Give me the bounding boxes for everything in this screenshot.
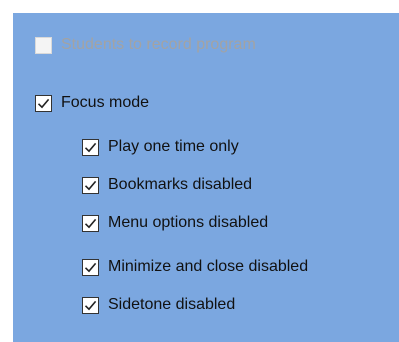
play-one-time-only-checkbox[interactable] <box>82 138 99 156</box>
checkmark-icon <box>37 98 50 108</box>
checkmark-icon <box>84 300 97 310</box>
focus-mode-option[interactable]: Focus mode <box>35 94 149 112</box>
minimize-and-close-disabled-label: Minimize and close disabled <box>108 258 309 275</box>
minimize-and-close-disabled-option[interactable]: Minimize and close disabled <box>82 258 308 276</box>
menu-options-disabled-label: Menu options disabled <box>108 214 269 231</box>
bookmarks-disabled-label: Bookmarks disabled <box>108 176 253 193</box>
focus-mode-label: Focus mode <box>61 94 150 111</box>
checkmark-icon <box>84 218 97 228</box>
play-one-time-only-option[interactable]: Play one time only <box>82 138 239 156</box>
checkmark-icon <box>84 142 97 152</box>
minimize-and-close-disabled-checkbox[interactable] <box>82 258 99 276</box>
bookmarks-disabled-checkbox[interactable] <box>82 176 99 194</box>
sidetone-disabled-label: Sidetone disabled <box>108 296 236 313</box>
sidetone-disabled-option[interactable]: Sidetone disabled <box>82 296 235 314</box>
students-to-record-program-label: Students to record program <box>61 36 256 53</box>
menu-options-disabled-checkbox[interactable] <box>82 214 99 232</box>
checkmark-icon <box>84 262 97 272</box>
play-one-time-only-label: Play one time only <box>108 138 239 155</box>
menu-options-disabled-option[interactable]: Menu options disabled <box>82 214 268 232</box>
checkmark-icon <box>84 180 97 190</box>
students-to-record-program-option: Students to record program <box>35 36 256 54</box>
sidetone-disabled-checkbox[interactable] <box>82 296 99 314</box>
bookmarks-disabled-option[interactable]: Bookmarks disabled <box>82 176 252 194</box>
students-to-record-program-checkbox <box>35 36 52 54</box>
options-panel: Students to record program Focus mode Pl… <box>13 13 399 342</box>
focus-mode-checkbox[interactable] <box>35 94 52 112</box>
